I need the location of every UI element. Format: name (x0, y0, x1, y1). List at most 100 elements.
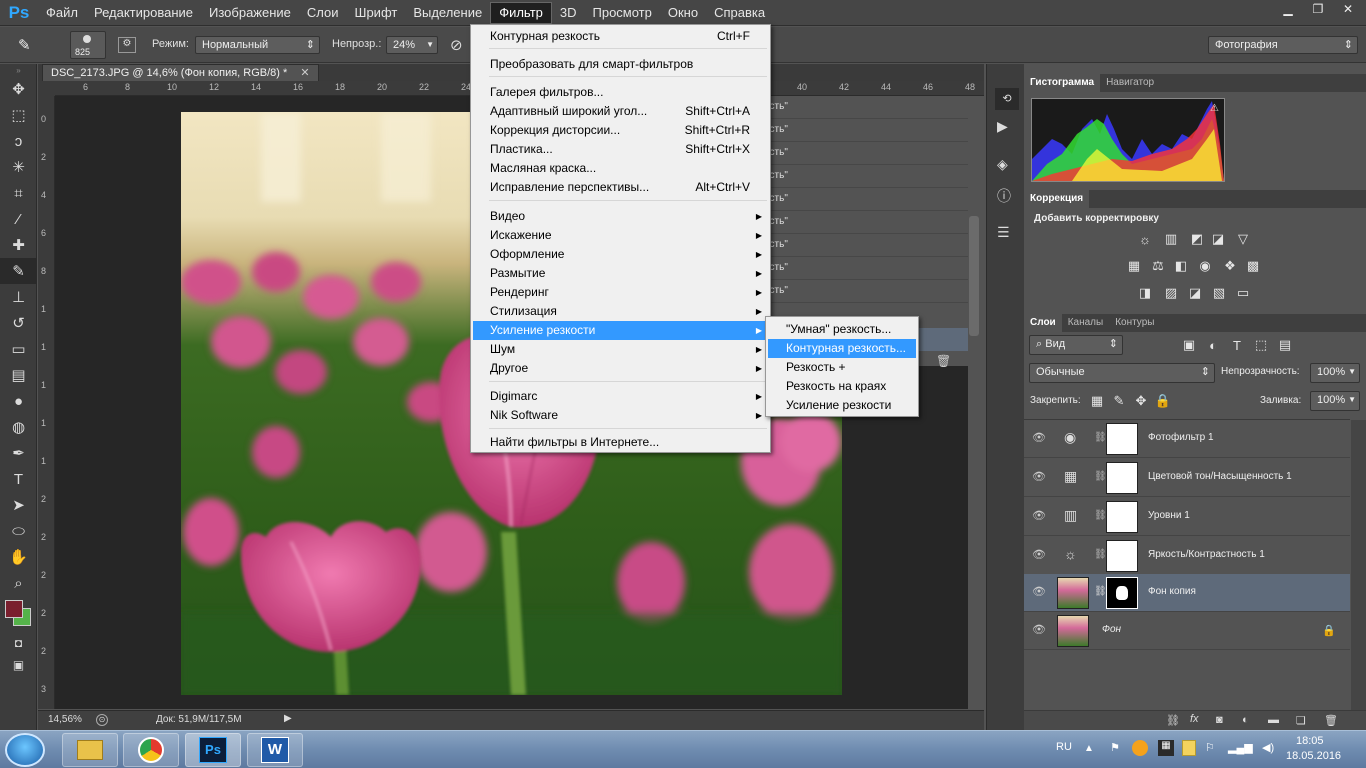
menu-item-stylize-design[interactable]: Оформление ▶ (473, 245, 768, 264)
history-step[interactable]: ость" (756, 211, 968, 234)
layer-name[interactable]: Фон копия (1148, 586, 1196, 597)
layer-name[interactable]: Уровни 1 (1148, 510, 1190, 521)
layer-row-selected[interactable]: 👁 ⛓ Фон копия (1024, 574, 1350, 612)
menu-item-nik-software[interactable]: Nik Software ▶ (473, 406, 768, 425)
stamp-tool-icon[interactable]: ⊥ (0, 284, 37, 310)
tray-arrow-icon[interactable]: ▲ (1084, 743, 1094, 754)
visibility-eye-icon[interactable]: 👁 (1032, 431, 1046, 444)
layer-mask-thumb[interactable] (1106, 540, 1138, 572)
history-panel-icon[interactable]: ⟲ (995, 88, 1019, 110)
document-tab[interactable]: DSC_2173.JPG @ 14,6% (Фон копия, RGB/8) … (42, 64, 319, 81)
fx-icon[interactable]: fx (1190, 713, 1199, 725)
tray-grid-icon[interactable]: ▦ (1158, 740, 1174, 756)
tray-app-icon[interactable] (1132, 740, 1148, 756)
menu-filter[interactable]: Фильтр (490, 1, 552, 24)
layer-mask-thumb[interactable] (1106, 462, 1138, 494)
start-button[interactable] (5, 733, 45, 767)
blur-tool-icon[interactable]: ● (0, 388, 37, 414)
tab-navigator[interactable]: Навигатор (1100, 74, 1160, 92)
link-icon[interactable]: ⛓ (1094, 586, 1107, 597)
history-step[interactable]: ость" (756, 165, 968, 188)
link-icon[interactable]: ⛓ (1094, 510, 1107, 521)
menu-help[interactable]: Справка (706, 0, 773, 26)
brush-preset-picker[interactable]: 825 (70, 31, 106, 59)
link-icon[interactable]: ⛓ (1094, 549, 1107, 560)
filter-type-icon[interactable]: T (1228, 336, 1246, 354)
layer-name[interactable]: Цветовой тон/Насыщенность 1 (1148, 471, 1292, 482)
menu-item-browse-filters-online[interactable]: Найти фильтры в Интернете... (473, 433, 768, 452)
lock-brush-icon[interactable]: ✎ (1110, 392, 1128, 410)
photo-filter-icon[interactable]: ◉ (1196, 257, 1214, 275)
layer-thumbnail[interactable] (1057, 615, 1089, 647)
history-step[interactable]: ость" (756, 119, 968, 142)
new-adjustment-icon[interactable]: ◐ (1242, 714, 1249, 726)
new-group-icon[interactable]: ▬ (1268, 714, 1279, 726)
foreground-color-swatch[interactable] (5, 600, 23, 618)
pressure-opacity-icon[interactable]: ⊘ (450, 36, 463, 54)
menu-item-distort[interactable]: Искажение ▶ (473, 226, 768, 245)
menu-item-stylize[interactable]: Стилизация ▶ (473, 302, 768, 321)
visibility-eye-icon[interactable]: 👁 (1032, 470, 1046, 483)
document-size[interactable]: Док: 51,9M/117,5M (156, 714, 242, 725)
menu-view[interactable]: Просмотр (585, 0, 660, 26)
layer-mask-thumb[interactable] (1106, 577, 1138, 609)
taskbar-explorer[interactable] (62, 733, 118, 767)
quick-mask-icon[interactable]: ◘ (0, 632, 37, 654)
crop-tool-icon[interactable]: ⌗ (0, 180, 37, 206)
screen-mode-icon[interactable]: ▣ (0, 654, 37, 676)
menu-edit[interactable]: Редактирование (86, 0, 201, 26)
layer-name[interactable]: Яркость/Контрастность 1 (1148, 549, 1265, 560)
menu-layers[interactable]: Слои (299, 0, 347, 26)
posterize-icon[interactable]: ▨ (1162, 284, 1180, 302)
submenu-item-unsharp-mask[interactable]: Контурная резкость... (768, 339, 916, 358)
add-mask-icon[interactable]: ◙ (1216, 714, 1223, 726)
taskbar-word[interactable]: W (247, 733, 303, 767)
filter-adjustment-icon[interactable]: ◐ (1204, 336, 1222, 354)
info-icon[interactable]: ⓘ (997, 186, 1011, 206)
menu-image[interactable]: Изображение (201, 0, 299, 26)
menu-item-oil-paint[interactable]: Масляная краска... (473, 159, 768, 178)
black-white-icon[interactable]: ◧ (1172, 257, 1190, 275)
hand-tool-icon[interactable]: ✋ (0, 544, 37, 570)
layer-row[interactable]: 👁 Фон 🔒 (1024, 612, 1350, 650)
tray-flag-icon[interactable]: ⚐ (1205, 741, 1215, 754)
mode-select[interactable]: Нормальный ⇕ (195, 36, 320, 54)
tab-layers[interactable]: Слои (1024, 314, 1062, 332)
link-layers-icon[interactable]: ⛓ (1166, 714, 1180, 727)
actions-play-icon[interactable]: ▶ (997, 118, 1008, 135)
layer-opacity-input[interactable]: 100% ▼ (1310, 363, 1360, 383)
lock-position-icon[interactable]: ✥ (1132, 392, 1150, 410)
menu-item-lens-correction[interactable]: Коррекция дисторсии... Shift+Ctrl+R (473, 121, 768, 140)
visibility-eye-icon[interactable]: 👁 (1032, 509, 1046, 522)
menu-item-unsharp-last[interactable]: Контурная резкость Ctrl+F (473, 27, 768, 46)
channel-mixer-icon[interactable]: ❖ (1221, 257, 1239, 275)
minimize-icon[interactable]: ▁ (1274, 0, 1302, 18)
levels-icon[interactable]: ▥ (1162, 230, 1180, 248)
zoom-tool-icon[interactable]: ⌕ (0, 570, 37, 596)
3d-icon[interactable]: ◈ (997, 156, 1008, 173)
move-tool-icon[interactable]: ✥ (0, 76, 37, 102)
eraser-tool-icon[interactable]: ▭ (0, 336, 37, 362)
menu-select[interactable]: Выделение (405, 0, 490, 26)
menu-item-sharpen[interactable]: Усиление резкости ▶ (473, 321, 768, 340)
lock-all-icon[interactable]: 🔒 (1154, 392, 1172, 410)
healing-tool-icon[interactable]: ✚ (0, 232, 37, 258)
layer-thumbnail[interactable] (1057, 577, 1089, 609)
selective-color-icon[interactable]: ▧ (1210, 284, 1228, 302)
menu-item-blur[interactable]: Размытие ▶ (473, 264, 768, 283)
menu-window[interactable]: Окно (660, 0, 706, 26)
menu-item-digimarc[interactable]: Digimarc ▶ (473, 387, 768, 406)
link-icon[interactable]: ⛓ (1094, 432, 1107, 443)
filter-pixel-icon[interactable]: ▣ (1180, 336, 1198, 354)
tray-signal-icon[interactable]: ▂▄▆ (1228, 741, 1253, 754)
submenu-item-sharpen[interactable]: Усиление резкости (768, 396, 916, 415)
tab-adjustments[interactable]: Коррекция (1024, 190, 1090, 208)
threshold-icon[interactable]: ◪ (1186, 284, 1204, 302)
submenu-item-sharpen-edges[interactable]: Резкость на краях (768, 377, 916, 396)
menu-type[interactable]: Шрифт (347, 0, 406, 26)
close-icon[interactable]: ✕ (1334, 0, 1362, 18)
history-step[interactable]: ость" (756, 234, 968, 257)
visibility-eye-icon[interactable]: 👁 (1032, 585, 1046, 598)
menu-file[interactable]: Файл (38, 0, 86, 26)
brush-panel-toggle-icon[interactable]: ⚙ (118, 37, 136, 53)
